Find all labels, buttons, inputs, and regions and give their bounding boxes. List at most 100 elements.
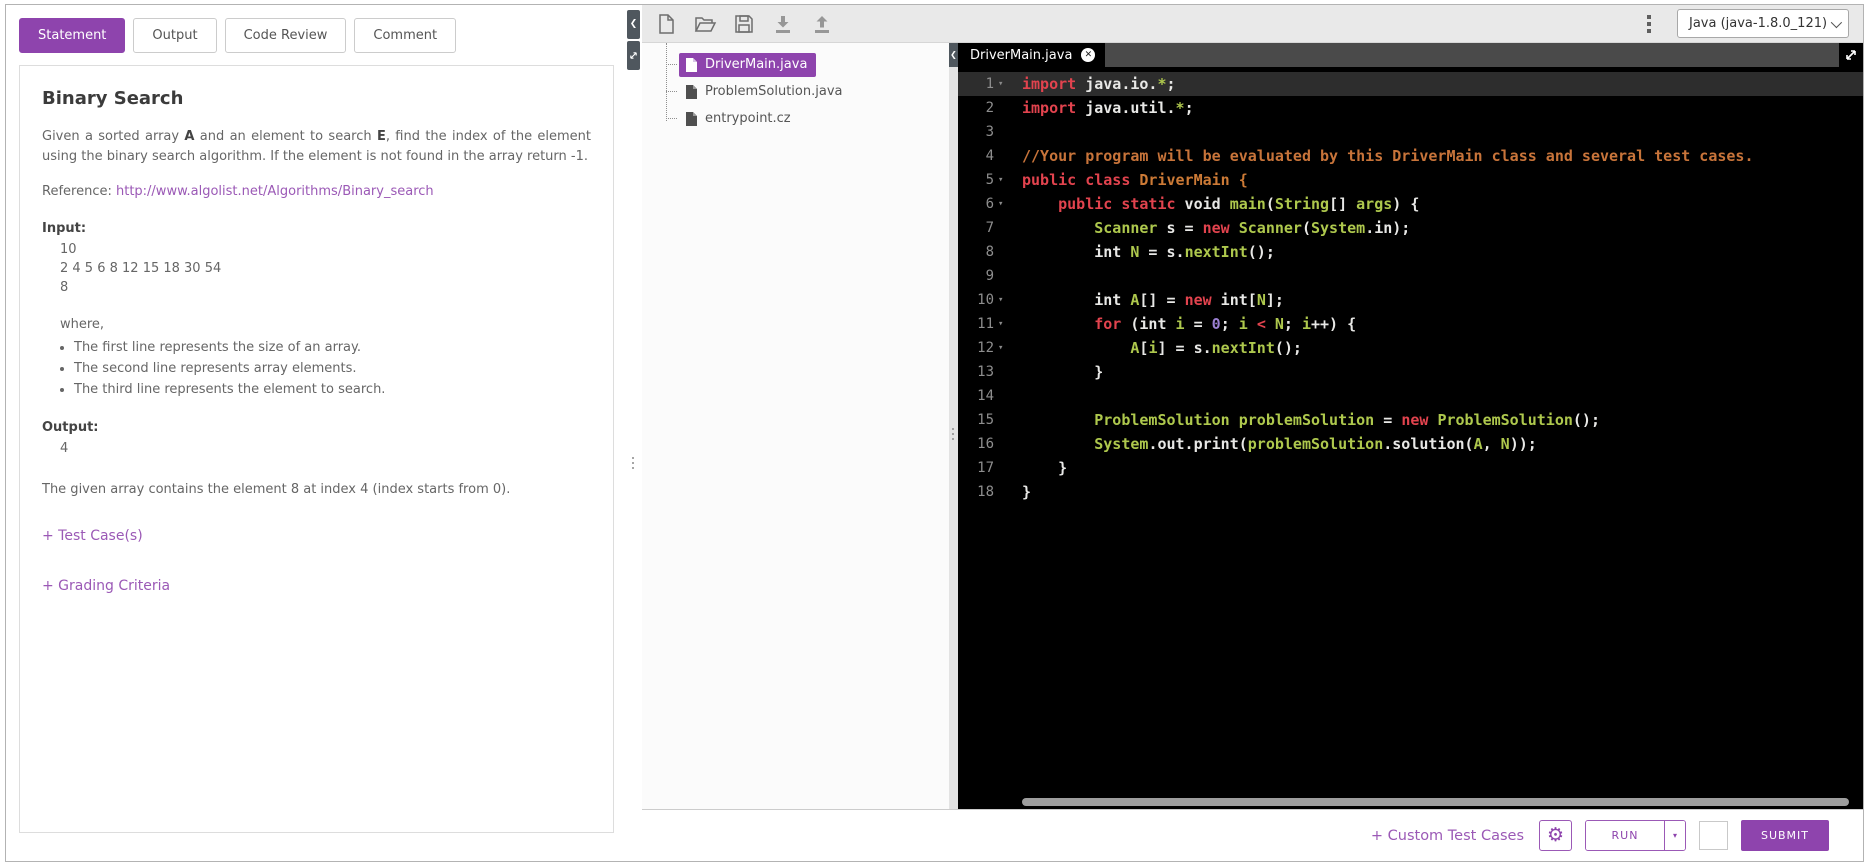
settings-gear-icon: ⚙ — [1546, 824, 1565, 846]
code-line-16[interactable]: 16 System.out.print(problemSolution.solu… — [958, 432, 1863, 456]
file-tree: DriverMain.java ProblemSolution.java ent… — [642, 43, 949, 809]
tab-comment[interactable]: Comment — [354, 18, 457, 53]
save-icon — [735, 14, 753, 33]
tree-item-label: entrypoint.cz — [705, 111, 791, 126]
output-sample: 4 — [42, 439, 591, 458]
tree-item-problemsolution[interactable]: ProblemSolution.java — [666, 78, 949, 105]
resize-panel-button[interactable] — [627, 41, 640, 70]
collapse-panel-button[interactable]: ❮ — [627, 10, 640, 39]
code-line-18[interactable]: 18} — [958, 480, 1863, 504]
file-icon — [686, 111, 697, 126]
code-line-9[interactable]: 9 — [958, 264, 1863, 288]
reference-label: Reference: — [42, 184, 116, 199]
code-line-7[interactable]: 7 Scanner s = new Scanner(System.in); — [958, 216, 1863, 240]
code-assessment-app: Statement Output Code Review Comment Bin… — [0, 0, 1869, 866]
caret-down-icon: ▾ — [1672, 831, 1677, 840]
code-line-4[interactable]: 4//Your program will be evaluated by thi… — [958, 144, 1863, 168]
reference-link[interactable]: http://www.algolist.net/Algorithms/Binar… — [116, 184, 434, 199]
run-status-checkbox[interactable] — [1699, 821, 1728, 850]
overflow-menu-icon[interactable] — [1643, 13, 1655, 35]
code-line-17[interactable]: 17 } — [958, 456, 1863, 480]
input-sample: 10 2 4 5 6 8 12 15 18 30 54 8 — [42, 240, 591, 297]
settings-button[interactable]: ⚙ — [1539, 820, 1572, 851]
submit-button[interactable]: SUBMIT — [1741, 820, 1829, 851]
input-line: 2 4 5 6 8 12 15 18 30 54 — [60, 261, 222, 276]
language-select[interactable]: Java (java-1.8.0_121) — [1677, 9, 1849, 38]
where-label: where, — [60, 317, 105, 332]
download-button[interactable] — [771, 12, 795, 36]
test-cases-expander[interactable]: + Test Case(s) — [42, 528, 591, 544]
grading-criteria-expander[interactable]: + Grading Criteria — [42, 578, 591, 594]
left-splitter[interactable]: ❮ — [626, 5, 642, 861]
input-line: 8 — [60, 280, 69, 295]
tab-code-review[interactable]: Code Review — [224, 18, 347, 53]
chevron-left-icon: ❮ — [950, 50, 957, 59]
code-editor: DriverMain.java ✕ 1 ▾ import java.io.*; 2 im… — [958, 43, 1863, 809]
code-line-12[interactable]: 12 ▾ A[i] = s.nextInt(); — [958, 336, 1863, 360]
download-icon — [776, 15, 790, 33]
problem-tabs: Statement Output Code Review Comment — [19, 18, 614, 53]
resize-diagonal-icon — [630, 52, 637, 59]
code-line-2[interactable]: 2 import java.util.*; — [958, 96, 1863, 120]
splitter-grip[interactable] — [632, 457, 634, 469]
action-bar: + Custom Test Cases ⚙ RUN ▾ SUBMIT — [642, 809, 1863, 861]
new-file-button[interactable] — [654, 12, 678, 36]
code-line-15[interactable]: 15 ProblemSolution problemSolution = new… — [958, 408, 1863, 432]
collapse-tree-button[interactable]: ❮ — [949, 43, 958, 67]
new-file-icon — [659, 13, 674, 34]
upload-icon — [815, 15, 829, 33]
app-frame: Statement Output Code Review Comment Bin… — [5, 4, 1864, 862]
code-line-14[interactable]: 14 — [958, 384, 1863, 408]
input-line: 10 — [60, 242, 77, 257]
problem-panel: Statement Output Code Review Comment Bin… — [6, 5, 626, 861]
code-line-6[interactable]: 6 ▾ public static void main(String[] args… — [958, 192, 1863, 216]
workspace-region: Java (java-1.8.0_121) DriverMain.java Pr… — [642, 5, 1863, 861]
code-line-13[interactable]: 13 } — [958, 360, 1863, 384]
tree-item-label: DriverMain.java — [705, 57, 808, 72]
editor-tab-bar: DriverMain.java ✕ — [958, 43, 1863, 67]
reference-line: Reference: http://www.algolist.net/Algor… — [42, 184, 591, 199]
run-button[interactable]: RUN — [1586, 821, 1664, 850]
code-area[interactable]: 1 ▾ import java.io.*; 2 import java.util.*; 3… — [958, 67, 1863, 809]
tab-output[interactable]: Output — [133, 18, 217, 53]
editor-tab-drivermain[interactable]: DriverMain.java ✕ — [958, 43, 1106, 67]
fullscreen-button[interactable] — [1839, 43, 1863, 67]
editor-content-row: DriverMain.java ProblemSolution.java ent… — [642, 43, 1863, 809]
chevron-left-icon: ❮ — [629, 19, 638, 29]
output-line: 4 — [60, 441, 69, 456]
fullscreen-expand-icon — [1846, 50, 1856, 60]
problem-title: Binary Search — [42, 88, 184, 109]
code-line-1[interactable]: 1 ▾ import java.io.*; — [958, 72, 1863, 96]
code-line-3[interactable]: 3 — [958, 120, 1863, 144]
tree-editor-splitter[interactable]: ❮ — [949, 43, 958, 809]
run-split-button: RUN ▾ — [1585, 820, 1686, 851]
tree-item-drivermain[interactable]: DriverMain.java — [666, 51, 949, 78]
code-line-8[interactable]: 8 int N = s.nextInt(); — [958, 240, 1863, 264]
run-options-dropdown[interactable]: ▾ — [1664, 821, 1685, 850]
open-file-button[interactable] — [693, 12, 717, 36]
close-tab-icon[interactable]: ✕ — [1081, 48, 1096, 62]
statement-content: Binary Search Given a sorted array A and… — [19, 65, 614, 833]
horizontal-scrollbar[interactable] — [1022, 798, 1849, 806]
code-line-10[interactable]: 10 ▾ int A[] = new int[N]; — [958, 288, 1863, 312]
custom-test-cases-link[interactable]: + Custom Test Cases — [1371, 828, 1524, 844]
file-icon — [686, 84, 697, 99]
code-line-11[interactable]: 11 ▾ for (int i = 0; i < N; i++) { — [958, 312, 1863, 336]
file-toolbar: Java (java-1.8.0_121) — [642, 5, 1863, 43]
save-file-button[interactable] — [732, 12, 756, 36]
language-select-value: Java (java-1.8.0_121) — [1689, 16, 1828, 31]
tree-item-label: ProblemSolution.java — [705, 84, 843, 99]
explanation-text: The given array contains the element 8 a… — [42, 482, 511, 497]
tree-item-entrypoint[interactable]: entrypoint.cz — [666, 105, 949, 132]
editor-tab-label: DriverMain.java — [970, 47, 1073, 63]
splitter-grip[interactable] — [952, 428, 954, 440]
input-note: The second line represents array element… — [74, 358, 591, 379]
upload-button[interactable] — [810, 12, 834, 36]
input-label: Input: — [42, 221, 87, 236]
open-folder-icon — [694, 16, 717, 32]
input-note: The first line represents the size of an… — [74, 337, 591, 358]
chevron-down-icon — [1830, 16, 1843, 28]
code-line-5[interactable]: 5 ▾ public class DriverMain { — [958, 168, 1863, 192]
file-icon — [686, 57, 697, 72]
tab-statement[interactable]: Statement — [19, 18, 126, 53]
